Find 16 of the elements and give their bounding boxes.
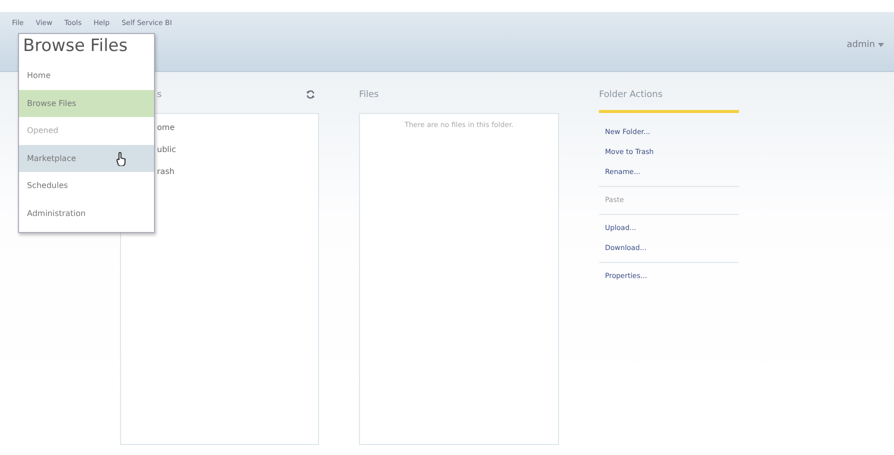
panel-title: s [156,90,162,100]
menu-title: Browse Files [22,35,129,58]
panel-title: Folder Actions [599,90,663,100]
menu-item[interactable]: Home [19,62,154,90]
tree-item[interactable]: ublic [157,144,318,156]
user-menu[interactable]: admin [846,40,884,50]
menu-item[interactable]: Schedules [19,172,154,200]
refresh-icon[interactable] [306,90,315,99]
menu-item[interactable]: Marketplace [19,144,154,172]
caret-icon [878,43,884,47]
tree-item[interactable]: rash [157,166,318,178]
tree-item[interactable]: ome [157,122,318,134]
panel-title: Files [359,90,379,100]
menu-item[interactable]: Browse Files [19,90,154,117]
hand-cursor-icon [116,152,127,166]
menu-item[interactable]: Administration [19,200,154,227]
